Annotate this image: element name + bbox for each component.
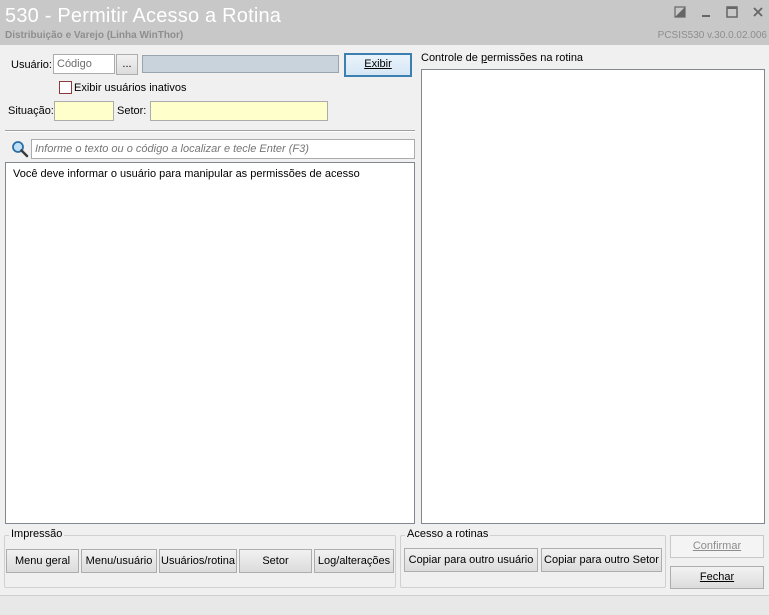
close-icon[interactable] (751, 6, 765, 20)
window-controls (673, 6, 765, 20)
window-title: 530 - Permitir Acesso a Rotina (5, 5, 282, 27)
permissions-panel-label: Controle de permissões na rotina (421, 52, 584, 64)
menu-usuario-button[interactable]: Menu/usuário (81, 549, 157, 573)
usuario-name-field[interactable] (142, 55, 339, 73)
usuarios-rotina-button[interactable]: Usuários/rotina (159, 549, 237, 573)
usuario-codigo-input[interactable] (53, 54, 115, 74)
exibir-button-label: Exibir (364, 58, 392, 70)
window-subtitle: Distribuição e Varejo (Linha WinThor) (5, 30, 184, 41)
minimize-icon[interactable] (699, 6, 713, 20)
main-window: 530 - Permitir Acesso a Rotina Distribui… (0, 0, 769, 615)
setor-input[interactable] (150, 101, 328, 121)
confirmar-button-label: Confirmar (692, 540, 742, 552)
status-bar (0, 595, 769, 615)
log-alteracoes-button[interactable]: Log/alterações (314, 549, 394, 573)
user-permissions-list[interactable]: Você deve informar o usuário para manipu… (5, 162, 415, 524)
setor-label: Setor: (117, 105, 147, 117)
permissions-tree[interactable] (421, 69, 765, 524)
copy-to-setor-button[interactable]: Copiar para outro Setor (541, 548, 662, 572)
setor-button[interactable]: Setor (239, 549, 312, 573)
form-separator (5, 130, 415, 132)
impressao-group-title: Impressão (9, 528, 65, 540)
search-input[interactable] (31, 139, 415, 159)
fechar-button[interactable]: Fechar (670, 566, 764, 589)
restore-icon[interactable] (673, 6, 687, 20)
copy-to-user-button[interactable]: Copiar para outro usuário (404, 548, 538, 572)
situacao-input[interactable] (54, 101, 114, 121)
fechar-button-label: Fechar (699, 571, 735, 583)
exibir-inativos-checkbox[interactable] (59, 81, 72, 94)
confirmar-button[interactable]: Confirmar (670, 535, 764, 558)
menu-geral-button[interactable]: Menu geral (6, 549, 79, 573)
acesso-rotinas-group-title: Acesso a rotinas (405, 528, 491, 540)
exibir-button[interactable]: Exibir (344, 53, 412, 77)
usuario-lookup-button[interactable]: ... (116, 54, 138, 75)
situacao-label: Situação: (8, 105, 54, 117)
list-empty-message: Você deve informar o usuário para manipu… (13, 168, 360, 180)
maximize-icon[interactable] (725, 6, 739, 20)
title-bar: 530 - Permitir Acesso a Rotina Distribui… (0, 0, 769, 45)
version-label: PCSIS530 v.30.0.02.006 (657, 30, 767, 41)
search-icon[interactable] (11, 140, 29, 158)
exibir-inativos-label: Exibir usuários inativos (74, 82, 187, 94)
usuario-label: Usuário: (11, 59, 52, 71)
